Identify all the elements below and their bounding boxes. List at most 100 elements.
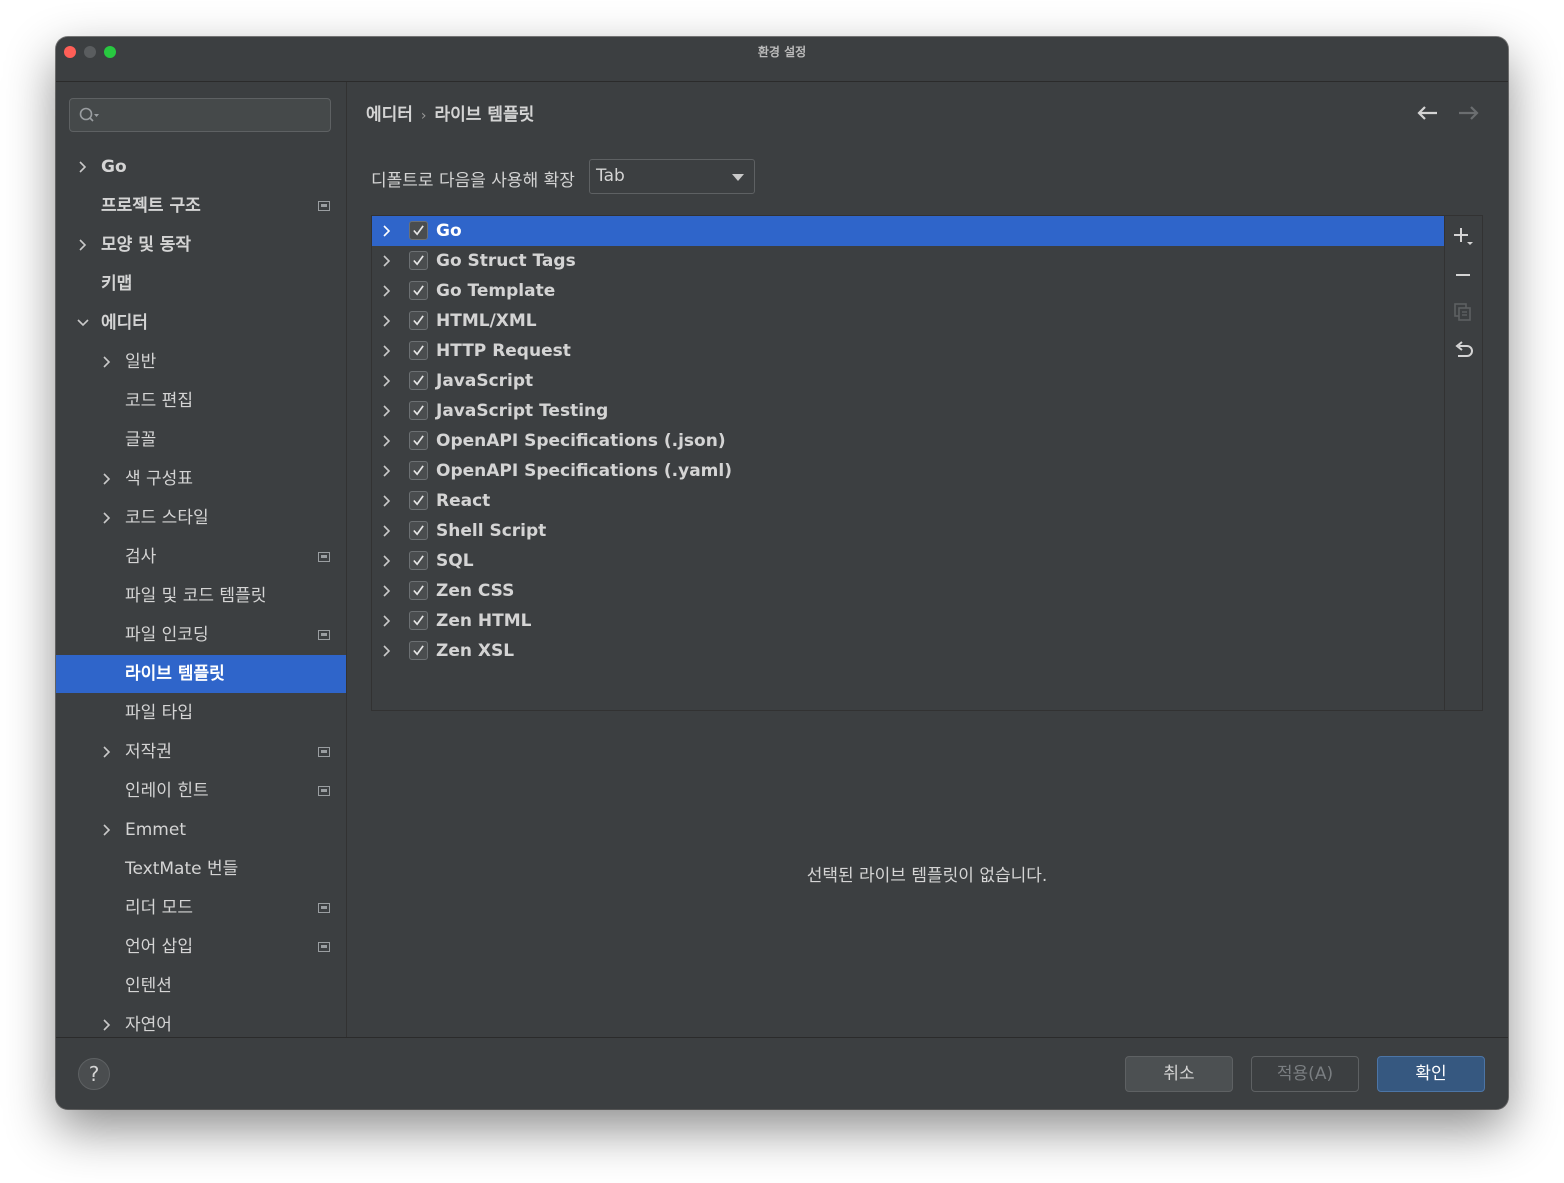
template-group-checkbox[interactable] bbox=[409, 641, 428, 660]
search-icon bbox=[79, 107, 99, 122]
sidebar-item[interactable]: Go bbox=[56, 148, 346, 186]
template-group-row[interactable]: React bbox=[372, 486, 1444, 516]
apply-button[interactable]: 적용(A) bbox=[1251, 1056, 1359, 1092]
sidebar-item[interactable]: 검사 bbox=[56, 538, 346, 576]
sidebar-item[interactable]: 인레이 힌트 bbox=[56, 772, 346, 810]
chevron-right-icon[interactable] bbox=[100, 1018, 114, 1032]
chevron-right-icon[interactable] bbox=[380, 494, 394, 508]
chevron-down-icon[interactable] bbox=[76, 316, 90, 330]
sidebar-item[interactable]: 파일 인코딩 bbox=[56, 616, 346, 654]
template-group-checkbox[interactable] bbox=[409, 311, 428, 330]
sidebar-item[interactable]: 코드 편집 bbox=[56, 382, 346, 420]
sidebar-item[interactable]: 프로젝트 구조 bbox=[56, 187, 346, 225]
settings-search-input[interactable] bbox=[69, 98, 331, 132]
ok-button[interactable]: 확인 bbox=[1377, 1056, 1485, 1092]
restore-icon[interactable] bbox=[1453, 340, 1475, 362]
template-group-checkbox[interactable] bbox=[409, 461, 428, 480]
sidebar-item[interactable]: Emmet bbox=[56, 811, 346, 849]
chevron-right-icon[interactable] bbox=[380, 434, 394, 448]
sidebar-item-label: 프로젝트 구조 bbox=[101, 196, 201, 216]
template-group-name: Zen XSL bbox=[436, 641, 515, 661]
template-group-checkbox[interactable] bbox=[409, 281, 428, 300]
chevron-right-icon[interactable] bbox=[380, 284, 394, 298]
template-group-checkbox[interactable] bbox=[409, 431, 428, 450]
copy-icon[interactable] bbox=[1453, 302, 1475, 324]
sidebar-item[interactable]: 라이브 템플릿 bbox=[56, 655, 346, 693]
template-group-row[interactable]: Shell Script bbox=[372, 516, 1444, 546]
sidebar-item[interactable]: 인텐션 bbox=[56, 967, 346, 1005]
expand-with-select[interactable]: Tab bbox=[589, 159, 755, 194]
sidebar-item[interactable]: 리더 모드 bbox=[56, 889, 346, 927]
template-group-row[interactable]: Zen CSS bbox=[372, 576, 1444, 606]
chevron-right-icon[interactable] bbox=[100, 823, 114, 837]
template-group-row[interactable]: Zen HTML bbox=[372, 606, 1444, 636]
sidebar-item[interactable]: 일반 bbox=[56, 343, 346, 381]
chevron-right-icon[interactable] bbox=[100, 511, 114, 525]
template-group-checkbox[interactable] bbox=[409, 251, 428, 270]
template-group-name: Zen CSS bbox=[436, 581, 515, 601]
sidebar-item[interactable]: 키맵 bbox=[56, 265, 346, 303]
breadcrumb-separator: › bbox=[420, 108, 427, 124]
chevron-right-icon[interactable] bbox=[380, 614, 394, 628]
window-title: 환경 설정 bbox=[757, 45, 807, 59]
template-group-checkbox[interactable] bbox=[409, 551, 428, 570]
template-group-checkbox[interactable] bbox=[409, 371, 428, 390]
template-group-checkbox[interactable] bbox=[409, 491, 428, 510]
template-group-row[interactable]: Zen XSL bbox=[372, 636, 1444, 666]
template-group-row[interactable]: JavaScript bbox=[372, 366, 1444, 396]
template-group-row[interactable]: HTTP Request bbox=[372, 336, 1444, 366]
template-group-checkbox[interactable] bbox=[409, 581, 428, 600]
checkmark-icon bbox=[413, 615, 424, 626]
sidebar-item-label: 리더 모드 bbox=[125, 898, 193, 918]
sidebar-item[interactable]: 저작권 bbox=[56, 733, 346, 771]
chevron-right-icon[interactable] bbox=[100, 355, 114, 369]
sidebar-item[interactable]: 파일 및 코드 템플릿 bbox=[56, 577, 346, 615]
template-group-row[interactable]: OpenAPI Specifications (.yaml) bbox=[372, 456, 1444, 486]
back-arrow-icon[interactable] bbox=[1416, 104, 1440, 122]
chevron-right-icon[interactable] bbox=[76, 160, 90, 174]
sidebar-item[interactable]: 글꼴 bbox=[56, 421, 346, 459]
breadcrumb-parent[interactable]: 에디터 bbox=[366, 105, 413, 125]
chevron-right-icon[interactable] bbox=[380, 224, 394, 238]
remove-icon[interactable] bbox=[1453, 264, 1475, 286]
chevron-right-icon[interactable] bbox=[380, 644, 394, 658]
chevron-right-icon[interactable] bbox=[380, 314, 394, 328]
chevron-right-icon[interactable] bbox=[380, 404, 394, 418]
template-group-checkbox[interactable] bbox=[409, 611, 428, 630]
template-group-row[interactable]: OpenAPI Specifications (.json) bbox=[372, 426, 1444, 456]
template-group-row[interactable]: SQL bbox=[372, 546, 1444, 576]
add-icon[interactable] bbox=[1453, 226, 1475, 248]
chevron-right-icon[interactable] bbox=[380, 554, 394, 568]
chevron-right-icon[interactable] bbox=[380, 254, 394, 268]
forward-arrow-icon[interactable] bbox=[1456, 104, 1480, 122]
template-group-checkbox[interactable] bbox=[409, 221, 428, 240]
chevron-right-icon[interactable] bbox=[76, 238, 90, 252]
help-button[interactable]: ? bbox=[78, 1058, 110, 1090]
template-group-checkbox[interactable] bbox=[409, 341, 428, 360]
sidebar-item[interactable]: 언어 삽입 bbox=[56, 928, 346, 966]
sidebar-item-label: 인레이 힌트 bbox=[125, 781, 209, 801]
sidebar-item-label: 언어 삽입 bbox=[125, 937, 193, 957]
chevron-right-icon[interactable] bbox=[380, 464, 394, 478]
chevron-right-icon[interactable] bbox=[380, 344, 394, 358]
template-group-row[interactable]: HTML/XML bbox=[372, 306, 1444, 336]
template-group-checkbox[interactable] bbox=[409, 401, 428, 420]
template-group-row[interactable]: Go bbox=[372, 216, 1444, 246]
chevron-right-icon[interactable] bbox=[100, 745, 114, 759]
empty-selection-message: 선택된 라이브 템플릿이 없습니다. bbox=[806, 866, 1048, 886]
template-group-row[interactable]: Go Struct Tags bbox=[372, 246, 1444, 276]
template-group-row[interactable]: Go Template bbox=[372, 276, 1444, 306]
template-group-row[interactable]: JavaScript Testing bbox=[372, 396, 1444, 426]
chevron-right-icon[interactable] bbox=[380, 524, 394, 538]
cancel-button[interactable]: 취소 bbox=[1125, 1056, 1233, 1092]
template-group-checkbox[interactable] bbox=[409, 521, 428, 540]
sidebar-item[interactable]: 파일 타입 bbox=[56, 694, 346, 732]
sidebar-item[interactable]: TextMate 번들 bbox=[56, 850, 346, 888]
sidebar-item[interactable]: 코드 스타일 bbox=[56, 499, 346, 537]
chevron-right-icon[interactable] bbox=[380, 584, 394, 598]
sidebar-item[interactable]: 에디터 bbox=[56, 304, 346, 342]
sidebar-item[interactable]: 모양 및 동작 bbox=[56, 226, 346, 264]
chevron-right-icon[interactable] bbox=[380, 374, 394, 388]
chevron-right-icon[interactable] bbox=[100, 472, 114, 486]
sidebar-item[interactable]: 색 구성표 bbox=[56, 460, 346, 498]
